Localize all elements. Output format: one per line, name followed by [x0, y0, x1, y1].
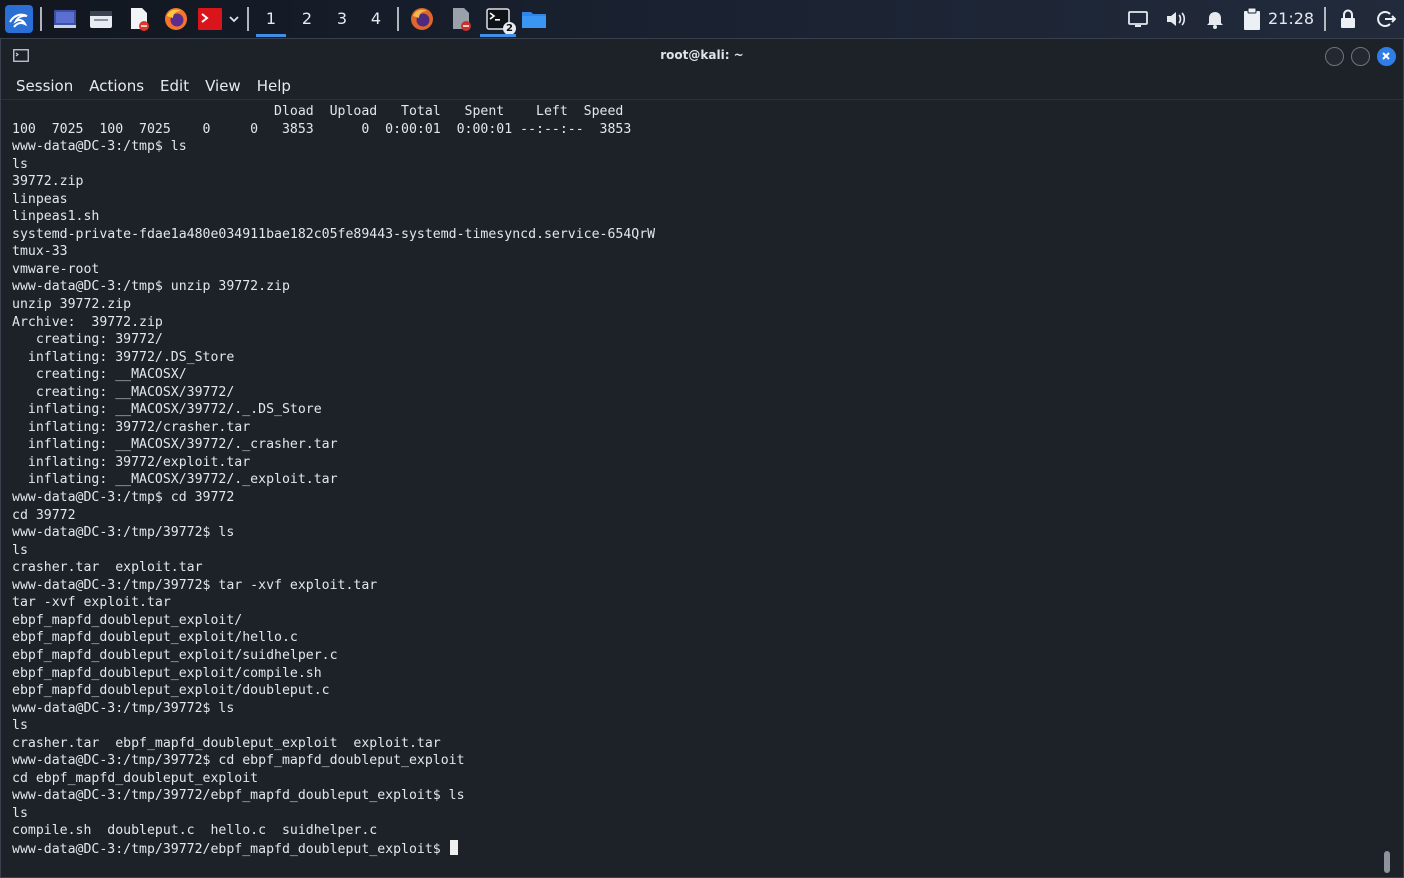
volume-icon[interactable] — [1164, 5, 1188, 32]
terminal-line: creating: 39772/ — [12, 332, 163, 348]
terminal-line: www-data@DC-3:/tmp$ unzip 39772.zip — [12, 279, 290, 295]
menu-edit[interactable]: Edit — [160, 77, 189, 95]
terminal-line: vmware-root — [12, 261, 100, 277]
terminal-line: inflating: __MACOSX/39772/._exploit.tar — [12, 472, 338, 488]
terminal-line: www-data@DC-3:/tmp/39772/ebpf_mapfd_doub… — [12, 788, 465, 804]
logout-icon[interactable] — [1374, 5, 1398, 32]
terminal-line: unzip 39772.zip — [12, 297, 132, 313]
workspace-1[interactable]: 1 — [256, 5, 286, 37]
menu-divider — [1, 99, 1403, 100]
terminal-line: ebpf_mapfd_doubleput_exploit/compile.sh — [12, 665, 322, 681]
terminal-line: www-data@DC-3:/tmp/39772$ cd ebpf_mapfd_… — [12, 753, 465, 769]
terminal-line: compile.sh doubleput.c hello.c suidhelpe… — [12, 823, 378, 839]
terminal-line: ebpf_mapfd_doubleput_exploit/hello.c — [12, 630, 298, 646]
terminal-line: www-data@DC-3:/tmp$ cd 39772 — [12, 490, 235, 506]
terminal-line: crasher.tar exploit.tar — [12, 560, 203, 576]
terminal-line: Dload Upload Total Spent Left Speed — [12, 104, 624, 119]
terminal-line: 100 7025 100 7025 0 0 3853 0 0:00:01 0:0… — [12, 121, 632, 137]
terminal-line: linpeas1.sh — [12, 209, 100, 225]
terminal-line: www-data@DC-3:/tmp/39772$ ls — [12, 525, 235, 541]
clipboard-icon[interactable] — [1241, 5, 1263, 32]
prompt-line[interactable]: www-data@DC-3:/tmp/39772/ebpf_mapfd_doub… — [12, 839, 1382, 858]
terminal-line: cd ebpf_mapfd_doubleput_exploit — [12, 770, 259, 786]
screen-icon[interactable] — [1126, 5, 1150, 32]
terminal-line: crasher.tar ebpf_mapfd_doubleput_exploit… — [12, 735, 441, 751]
close-icon — [1382, 52, 1390, 60]
notification-bell-icon[interactable] — [1204, 5, 1226, 32]
lock-screen-icon[interactable] — [1337, 5, 1359, 32]
task-terminal-icon[interactable]: 2 — [480, 5, 516, 37]
terminal-line: systemd-private-fdae1a480e034911bae182c0… — [12, 226, 656, 242]
menu-bar: Session Actions Edit View Help — [1, 73, 1403, 99]
top-panel: 1 2 3 4 2 21:28 — [0, 0, 1404, 39]
menu-view[interactable]: View — [205, 77, 241, 95]
terminal-line: creating: __MACOSX/ — [12, 367, 187, 383]
terminal-line: ls — [12, 805, 28, 821]
terminal-count-badge: 2 — [503, 22, 516, 35]
scrollbar-thumb[interactable] — [1384, 851, 1390, 873]
text-editor-icon[interactable] — [126, 5, 152, 32]
terminal-line: inflating: 39772/crasher.tar — [12, 419, 251, 435]
file-manager-icon[interactable] — [88, 5, 114, 32]
menu-session[interactable]: Session — [16, 77, 73, 95]
panel-separator — [247, 7, 249, 31]
panel-separator — [40, 7, 42, 31]
terminal-line: inflating: 39772/exploit.tar — [12, 454, 251, 470]
task-folder-icon[interactable] — [520, 5, 548, 32]
terminal-line: cd 39772 — [12, 507, 76, 523]
task-text-editor-icon[interactable] — [447, 5, 475, 32]
menu-help[interactable]: Help — [257, 77, 291, 95]
terminal-emulator-icon[interactable] — [196, 5, 224, 32]
terminal-line: tmux-33 — [12, 244, 68, 260]
kali-menu-icon[interactable] — [4, 4, 34, 33]
window-title: root@kali: ~ — [660, 48, 744, 62]
prompt-text: www-data@DC-3:/tmp/39772/ebpf_mapfd_doub… — [12, 841, 449, 857]
task-firefox-icon[interactable] — [408, 5, 436, 32]
terminal-line: www-data@DC-3:/tmp$ ls — [12, 139, 187, 155]
terminal-line: linpeas — [12, 191, 68, 207]
terminal-line: ls — [12, 718, 28, 734]
terminal-line: inflating: __MACOSX/39772/._crasher.tar — [12, 437, 338, 453]
panel-separator — [397, 7, 399, 31]
text-cursor — [449, 839, 458, 855]
workspace-2[interactable]: 2 — [292, 5, 322, 32]
terminal-window: root@kali: ~ Session Actions Edit View H… — [0, 38, 1404, 878]
minimize-button[interactable] — [1325, 47, 1344, 66]
terminal-line: ls — [12, 542, 28, 558]
panel-separator — [1324, 7, 1326, 31]
terminal-line: inflating: 39772/.DS_Store — [12, 349, 235, 365]
terminal-line: ebpf_mapfd_doubleput_exploit/doubleput.c — [12, 683, 330, 699]
close-button[interactable] — [1377, 47, 1396, 66]
menu-actions[interactable]: Actions — [89, 77, 144, 95]
terminal-line: ebpf_mapfd_doubleput_exploit/suidhelper.… — [12, 647, 338, 663]
terminal-line: ebpf_mapfd_doubleput_exploit/ — [12, 612, 243, 628]
title-bar[interactable]: root@kali: ~ — [1, 39, 1403, 73]
terminal-line: ls — [12, 156, 28, 172]
firefox-icon[interactable] — [162, 5, 190, 32]
terminal-line: creating: __MACOSX/39772/ — [12, 384, 235, 400]
maximize-button[interactable] — [1351, 47, 1370, 66]
workspace-4[interactable]: 4 — [361, 5, 391, 32]
terminal-line: 39772.zip — [12, 174, 84, 190]
chevron-down-icon[interactable] — [226, 5, 242, 32]
terminal-line: www-data@DC-3:/tmp/39772$ tar -xvf explo… — [12, 577, 378, 593]
workspace-3[interactable]: 3 — [327, 5, 357, 32]
terminal-output[interactable]: Dload Upload Total Spent Left Speed 100 7… — [12, 103, 1382, 873]
terminal-line: tar -xvf exploit.tar — [12, 595, 171, 611]
clock[interactable]: 21:28 — [1268, 5, 1314, 32]
terminal-line: Archive: 39772.zip — [12, 314, 163, 330]
show-desktop-icon[interactable] — [52, 5, 78, 32]
terminal-line: inflating: __MACOSX/39772/._.DS_Store — [12, 402, 322, 418]
terminal-line: www-data@DC-3:/tmp/39772$ ls — [12, 700, 235, 716]
